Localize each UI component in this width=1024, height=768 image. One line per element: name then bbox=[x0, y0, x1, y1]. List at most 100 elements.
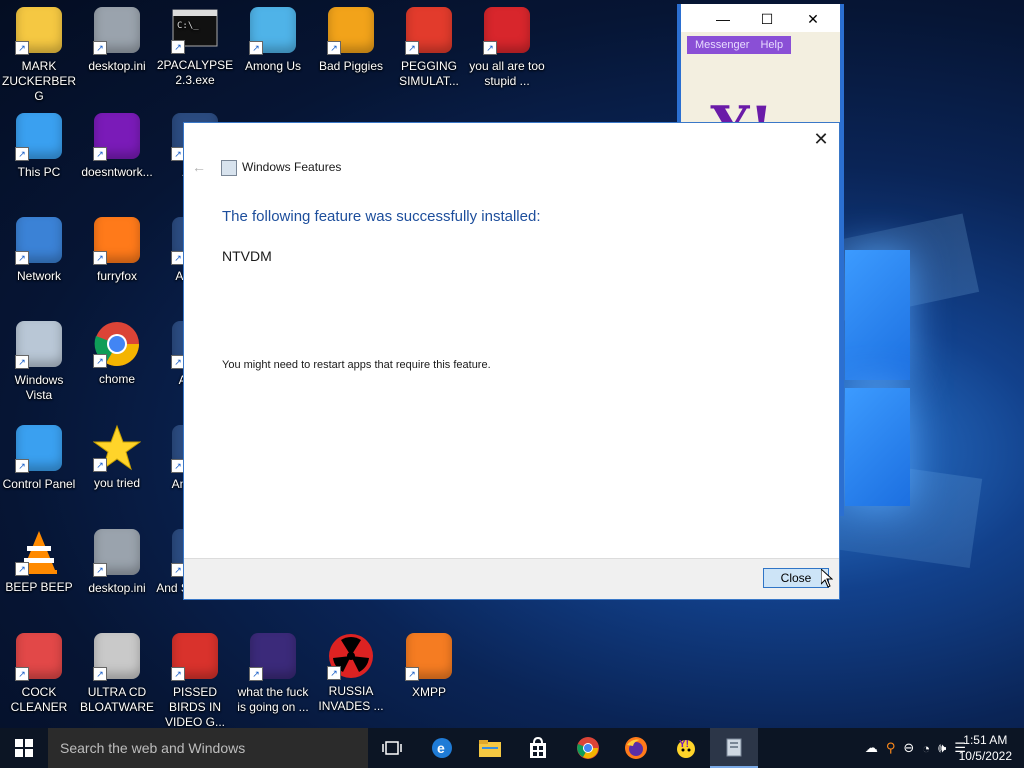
wifi-icon[interactable]: ◔ bbox=[922, 741, 930, 756]
desktop-icon-label: Control Panel bbox=[2, 477, 76, 491]
desktop-icon[interactable]: ↗ COCK CLEANER bbox=[0, 632, 78, 715]
desktop-icon[interactable]: ↗ Windows Vista bbox=[0, 320, 78, 403]
control-panel-icon: ↗ bbox=[15, 425, 63, 473]
start-button[interactable] bbox=[0, 728, 48, 768]
title-bar[interactable]: — ☐ ✕ bbox=[681, 4, 840, 32]
taskbar-edge[interactable]: e bbox=[418, 728, 466, 768]
desktop-icon[interactable]: ↗ furryfox bbox=[78, 216, 156, 284]
yahoo-messenger-icon: Y! bbox=[677, 739, 695, 758]
desktop-icon[interactable]: ↗ you tried bbox=[78, 424, 156, 491]
tray-app-icon[interactable]: ⊖ bbox=[903, 740, 914, 756]
desktop-icon[interactable]: ↗ desktop.ini bbox=[78, 6, 156, 74]
clock[interactable]: 1:51 AM 10/5/2022 bbox=[959, 732, 1012, 764]
cd-icon: ↗ bbox=[93, 633, 141, 681]
shortcut-arrow-icon: ↗ bbox=[93, 458, 107, 472]
taskbar: Search the web and Windows e Y! ☁ ⚲ ⊖ ◔ … bbox=[0, 728, 1024, 768]
feature-name: NTVDM bbox=[222, 248, 272, 264]
success-heading: The following feature was successfully i… bbox=[222, 208, 541, 225]
menu-bar: Messenger Help bbox=[687, 36, 791, 54]
taskbar-firefox[interactable] bbox=[612, 728, 660, 768]
ccleaner-icon: ↗ bbox=[15, 633, 63, 681]
taskbar-store[interactable] bbox=[514, 728, 562, 768]
desktop-icon[interactable]: ↗ Among Us bbox=[234, 6, 312, 74]
among-us-icon: ↗ bbox=[249, 7, 297, 55]
desktop-icon[interactable]: ↗ what the fuck is going on ... bbox=[234, 632, 312, 715]
dialog-title: Windows Features bbox=[242, 160, 342, 174]
task-view-icon bbox=[382, 741, 402, 755]
desktop-icon-label: This PC bbox=[17, 165, 61, 179]
desktop-icon-label: PISSED BIRDS IN VIDEO G... bbox=[164, 685, 225, 729]
shortcut-arrow-icon: ↗ bbox=[15, 147, 29, 161]
folder-user-icon: ↗ bbox=[15, 7, 63, 55]
back-arrow-icon[interactable]: ← bbox=[192, 159, 206, 175]
shortcut-arrow-icon: ↗ bbox=[171, 40, 185, 54]
shortcut-arrow-icon: ↗ bbox=[249, 667, 263, 681]
minimize-button[interactable]: — bbox=[703, 8, 743, 30]
desktop-icon[interactable]: C:\_ ↗ 2PACALYPSE 2.3.exe bbox=[156, 6, 234, 88]
desktop-icon-label: desktop.ini bbox=[88, 59, 146, 73]
shortcut-arrow-icon: ↗ bbox=[15, 355, 29, 369]
shortcut-arrow-icon: ↗ bbox=[405, 667, 419, 681]
desktop-icon[interactable]: ↗ desktop.ini bbox=[78, 528, 156, 596]
desktop-icon[interactable]: ↗ PEGGING SIMULAT... bbox=[390, 6, 468, 89]
desktop-icon-label: you all are too stupid ... bbox=[469, 59, 545, 88]
desktop-icon[interactable]: ↗ Bad Piggies bbox=[312, 6, 390, 74]
menu-help[interactable]: Help bbox=[760, 39, 783, 51]
desktop-icon[interactable]: ↗ PISSED BIRDS IN VIDEO G... bbox=[156, 632, 234, 730]
file-explorer-icon bbox=[479, 740, 501, 757]
system-tray: ☁ ⚲ ⊖ ◔ 🕪 ☰ bbox=[865, 728, 966, 768]
dialog-footer: Close bbox=[184, 558, 839, 599]
desktop-icon[interactable]: ↗ RUSSIA INVADES ... bbox=[312, 632, 390, 714]
star-icon: ↗ bbox=[92, 424, 142, 472]
taskbar-yahoo-messenger[interactable]: Y! bbox=[662, 728, 710, 768]
svg-text:Y!: Y! bbox=[679, 739, 689, 750]
desktop-icon[interactable]: ↗ Network bbox=[0, 216, 78, 284]
desktop-icon-label: what the fuck is going on ... bbox=[237, 685, 309, 714]
vlc-icon: ↗ bbox=[15, 528, 63, 576]
menu-messenger[interactable]: Messenger bbox=[695, 39, 749, 51]
shortcut-arrow-icon: ↗ bbox=[171, 667, 185, 681]
search-app-icon[interactable]: ⚲ bbox=[886, 740, 896, 756]
volume-icon[interactable]: 🕪 bbox=[938, 740, 946, 756]
close-button[interactable]: ✕ bbox=[793, 8, 833, 30]
desktop-icon[interactable]: ↗ you all are too stupid ... bbox=[468, 6, 546, 89]
angry-birds-space-icon: ↗ bbox=[249, 633, 297, 681]
task-view-button[interactable] bbox=[368, 728, 416, 768]
search-box[interactable]: Search the web and Windows bbox=[48, 728, 368, 768]
desktop-icon-label: Among Us bbox=[244, 59, 302, 73]
computer-icon: ↗ bbox=[15, 113, 63, 161]
clock-date: 10/5/2022 bbox=[958, 749, 1012, 763]
taskbar-windows-features[interactable] bbox=[710, 728, 758, 768]
desktop-icon[interactable]: ↗ ULTRA CD BLOATWARE bbox=[78, 632, 156, 715]
close-icon[interactable]: ✕ bbox=[809, 127, 833, 151]
clock-time: 1:51 AM bbox=[963, 733, 1008, 747]
desktop-icon[interactable]: ↗ XMPP bbox=[390, 632, 468, 700]
desktop-icon-label: RUSSIA INVADES ... bbox=[318, 684, 384, 713]
onedrive-icon[interactable]: ☁ bbox=[865, 740, 878, 756]
radiation-icon: ↗ bbox=[327, 632, 375, 680]
taskbar-chrome[interactable] bbox=[564, 728, 612, 768]
shortcut-arrow-icon: ↗ bbox=[249, 41, 263, 55]
desktop-icon[interactable]: ↗ BEEP BEEP bbox=[0, 528, 78, 595]
shortcut-arrow-icon: ↗ bbox=[93, 147, 107, 161]
dev-cpp-icon: ↗ bbox=[483, 7, 531, 55]
shortcut-arrow-icon: ↗ bbox=[15, 459, 29, 473]
shortcut-arrow-icon: ↗ bbox=[93, 251, 107, 265]
shortcut-arrow-icon: ↗ bbox=[327, 666, 341, 680]
shortcut-arrow-icon: ↗ bbox=[93, 354, 107, 368]
store-icon bbox=[530, 737, 546, 758]
taskbar-file-explorer[interactable] bbox=[466, 728, 514, 768]
desktop-icon[interactable]: ↗ MARK ZUCKERBERG bbox=[0, 6, 78, 104]
maximize-button[interactable]: ☐ bbox=[747, 8, 787, 30]
desktop-icon[interactable]: ↗ doesntwork... bbox=[78, 112, 156, 180]
close-button[interactable]: Close bbox=[763, 568, 829, 588]
desktop-icon[interactable]: ↗ This PC bbox=[0, 112, 78, 180]
desktop-icon-label: 2PACALYPSE 2.3.exe bbox=[156, 58, 234, 87]
firefox-icon bbox=[625, 737, 647, 759]
desktop-icon-label: BEEP BEEP bbox=[5, 580, 73, 594]
desktop-icon[interactable]: ↗ Control Panel bbox=[0, 424, 78, 492]
mouse-cursor-icon bbox=[821, 569, 833, 588]
desktop-icon[interactable]: ↗ chome bbox=[78, 320, 156, 387]
desktop-icon-label: COCK CLEANER bbox=[10, 685, 68, 714]
bad-piggies-icon: ↗ bbox=[327, 7, 375, 55]
